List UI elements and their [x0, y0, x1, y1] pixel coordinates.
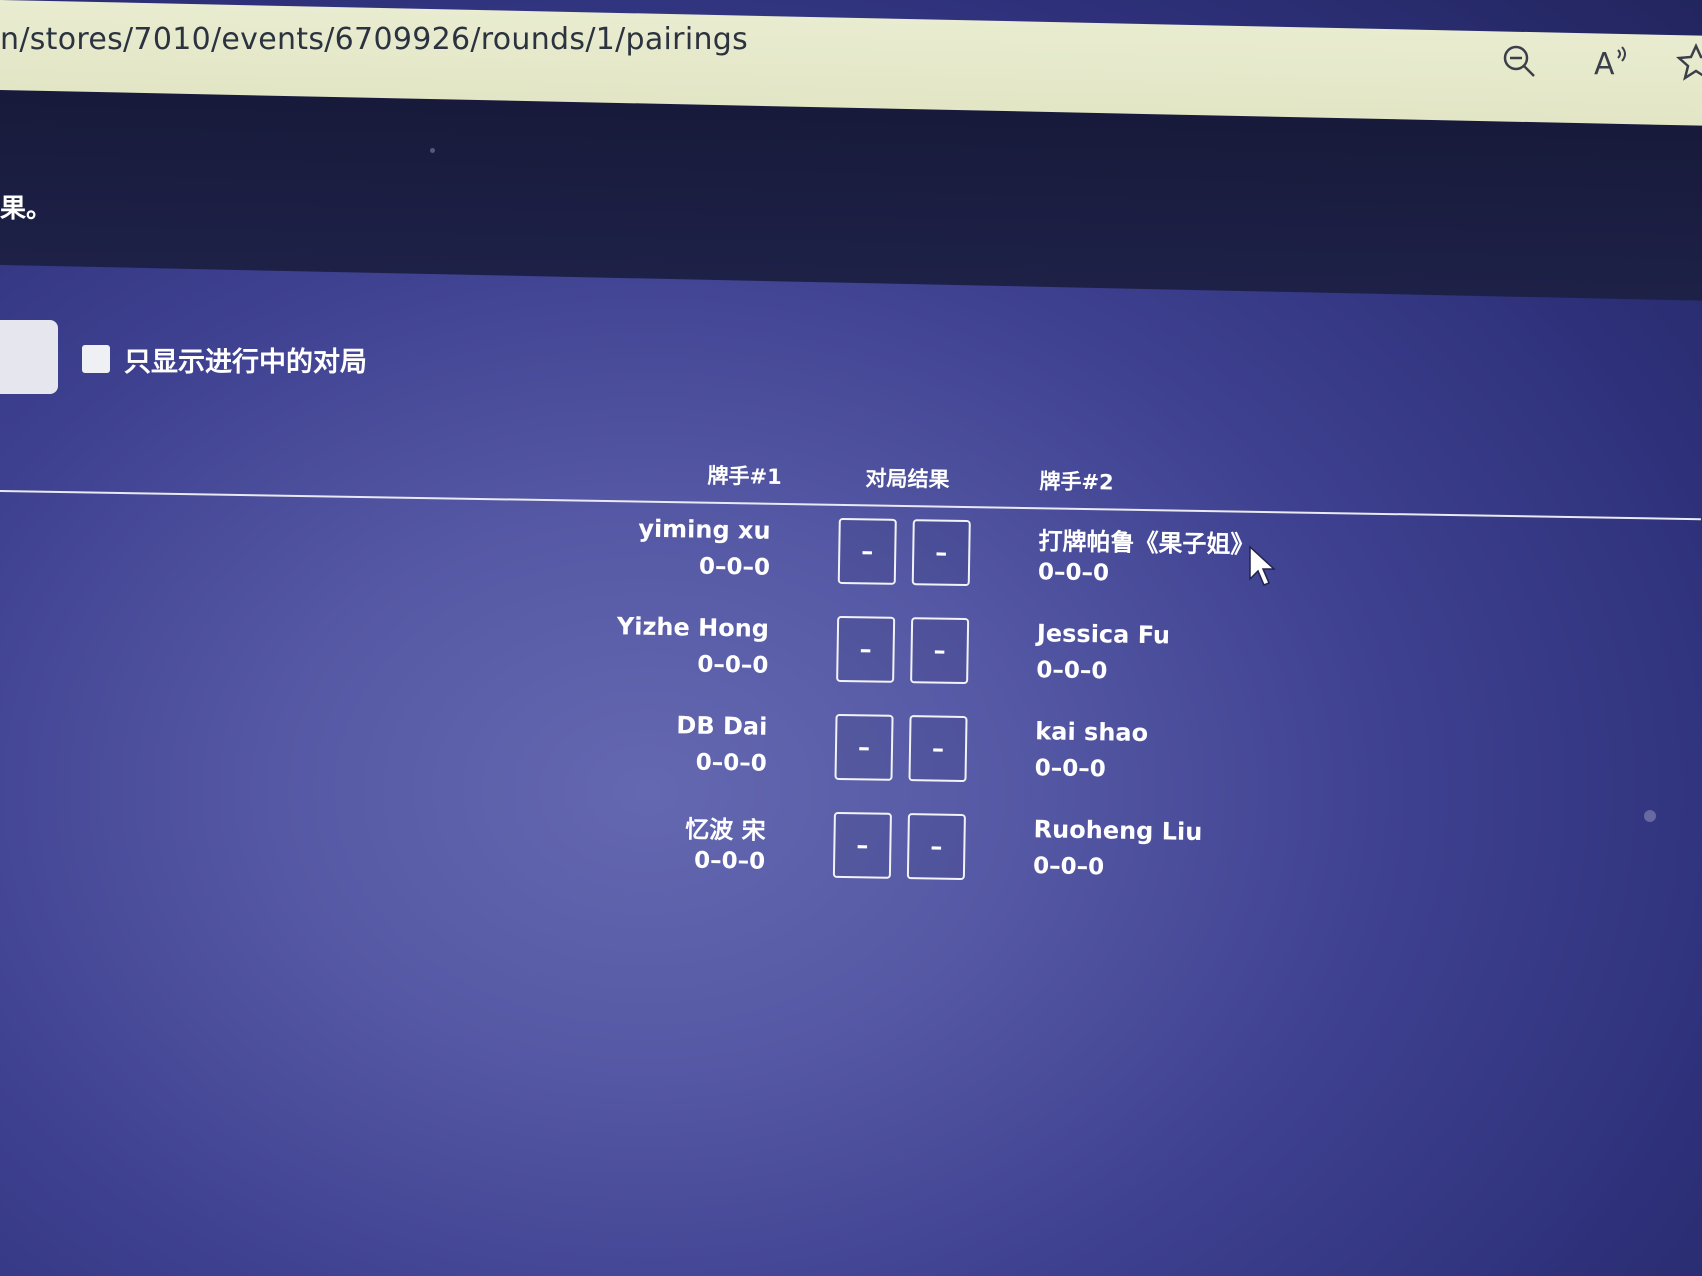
result-left-button[interactable]: –	[832, 811, 892, 879]
page: n/stores/7010/events/6709926/rounds/1/pa…	[0, 0, 1702, 1276]
pairings-table: 牌手#1 对局结果 牌手#2 yiming xu 0–0–0 – – 打牌帕鲁《…	[0, 440, 1702, 912]
ongoing-only-label: 只显示进行中的对局	[124, 347, 367, 378]
header-player2: 牌手#2	[1039, 469, 1114, 495]
player1-record: 0–0–0	[693, 847, 766, 875]
mouse-cursor-icon	[1249, 545, 1276, 586]
read-aloud-icon[interactable]: A	[1590, 42, 1630, 82]
player2-name: Jessica Fu	[1036, 619, 1171, 650]
result-right-button[interactable]: –	[911, 519, 971, 587]
player2-record: 0–0–0	[1037, 559, 1110, 587]
result-left-button[interactable]: –	[836, 615, 896, 683]
url-field[interactable]: n/stores/7010/events/6709926/rounds/1/pa…	[0, 22, 748, 57]
player1-name: 忆波 宋	[685, 815, 766, 845]
player2-name: 打牌帕鲁《果子姐》	[1038, 527, 1255, 559]
player2-record: 0–0–0	[1034, 755, 1106, 783]
player1-name: yiming xu	[638, 514, 771, 545]
screen-dust	[430, 148, 435, 153]
header-player1: 牌手#1	[707, 463, 782, 489]
result-right-button[interactable]: –	[906, 813, 966, 881]
player2-record: 0–0–0	[1036, 657, 1108, 685]
player2-name: Ruoheng Liu	[1033, 815, 1203, 846]
header-text: 果。	[0, 194, 53, 224]
player1-record: 0–0–0	[698, 553, 771, 581]
page-header	[0, 90, 1702, 301]
header-result: 对局结果	[865, 466, 950, 492]
player2-record: 0–0–0	[1032, 853, 1105, 881]
player1-name: DB Dai	[676, 711, 768, 741]
result-right-button[interactable]: –	[910, 617, 970, 685]
player2-name: kai shao	[1035, 717, 1149, 748]
result-left-button[interactable]: –	[837, 517, 897, 585]
ongoing-only-checkbox[interactable]	[82, 345, 110, 373]
result-right-button[interactable]: –	[908, 715, 968, 783]
screen-dust	[1644, 810, 1656, 822]
zoom-out-icon[interactable]	[1500, 42, 1540, 82]
favorite-star-icon[interactable]	[1676, 42, 1702, 82]
search-input[interactable]	[0, 320, 58, 394]
svg-text:A: A	[1594, 47, 1615, 82]
player1-record: 0–0–0	[695, 749, 767, 777]
player1-record: 0–0–0	[697, 651, 769, 679]
result-left-button[interactable]: –	[834, 713, 894, 781]
player1-name: Yizhe Hong	[616, 612, 770, 643]
